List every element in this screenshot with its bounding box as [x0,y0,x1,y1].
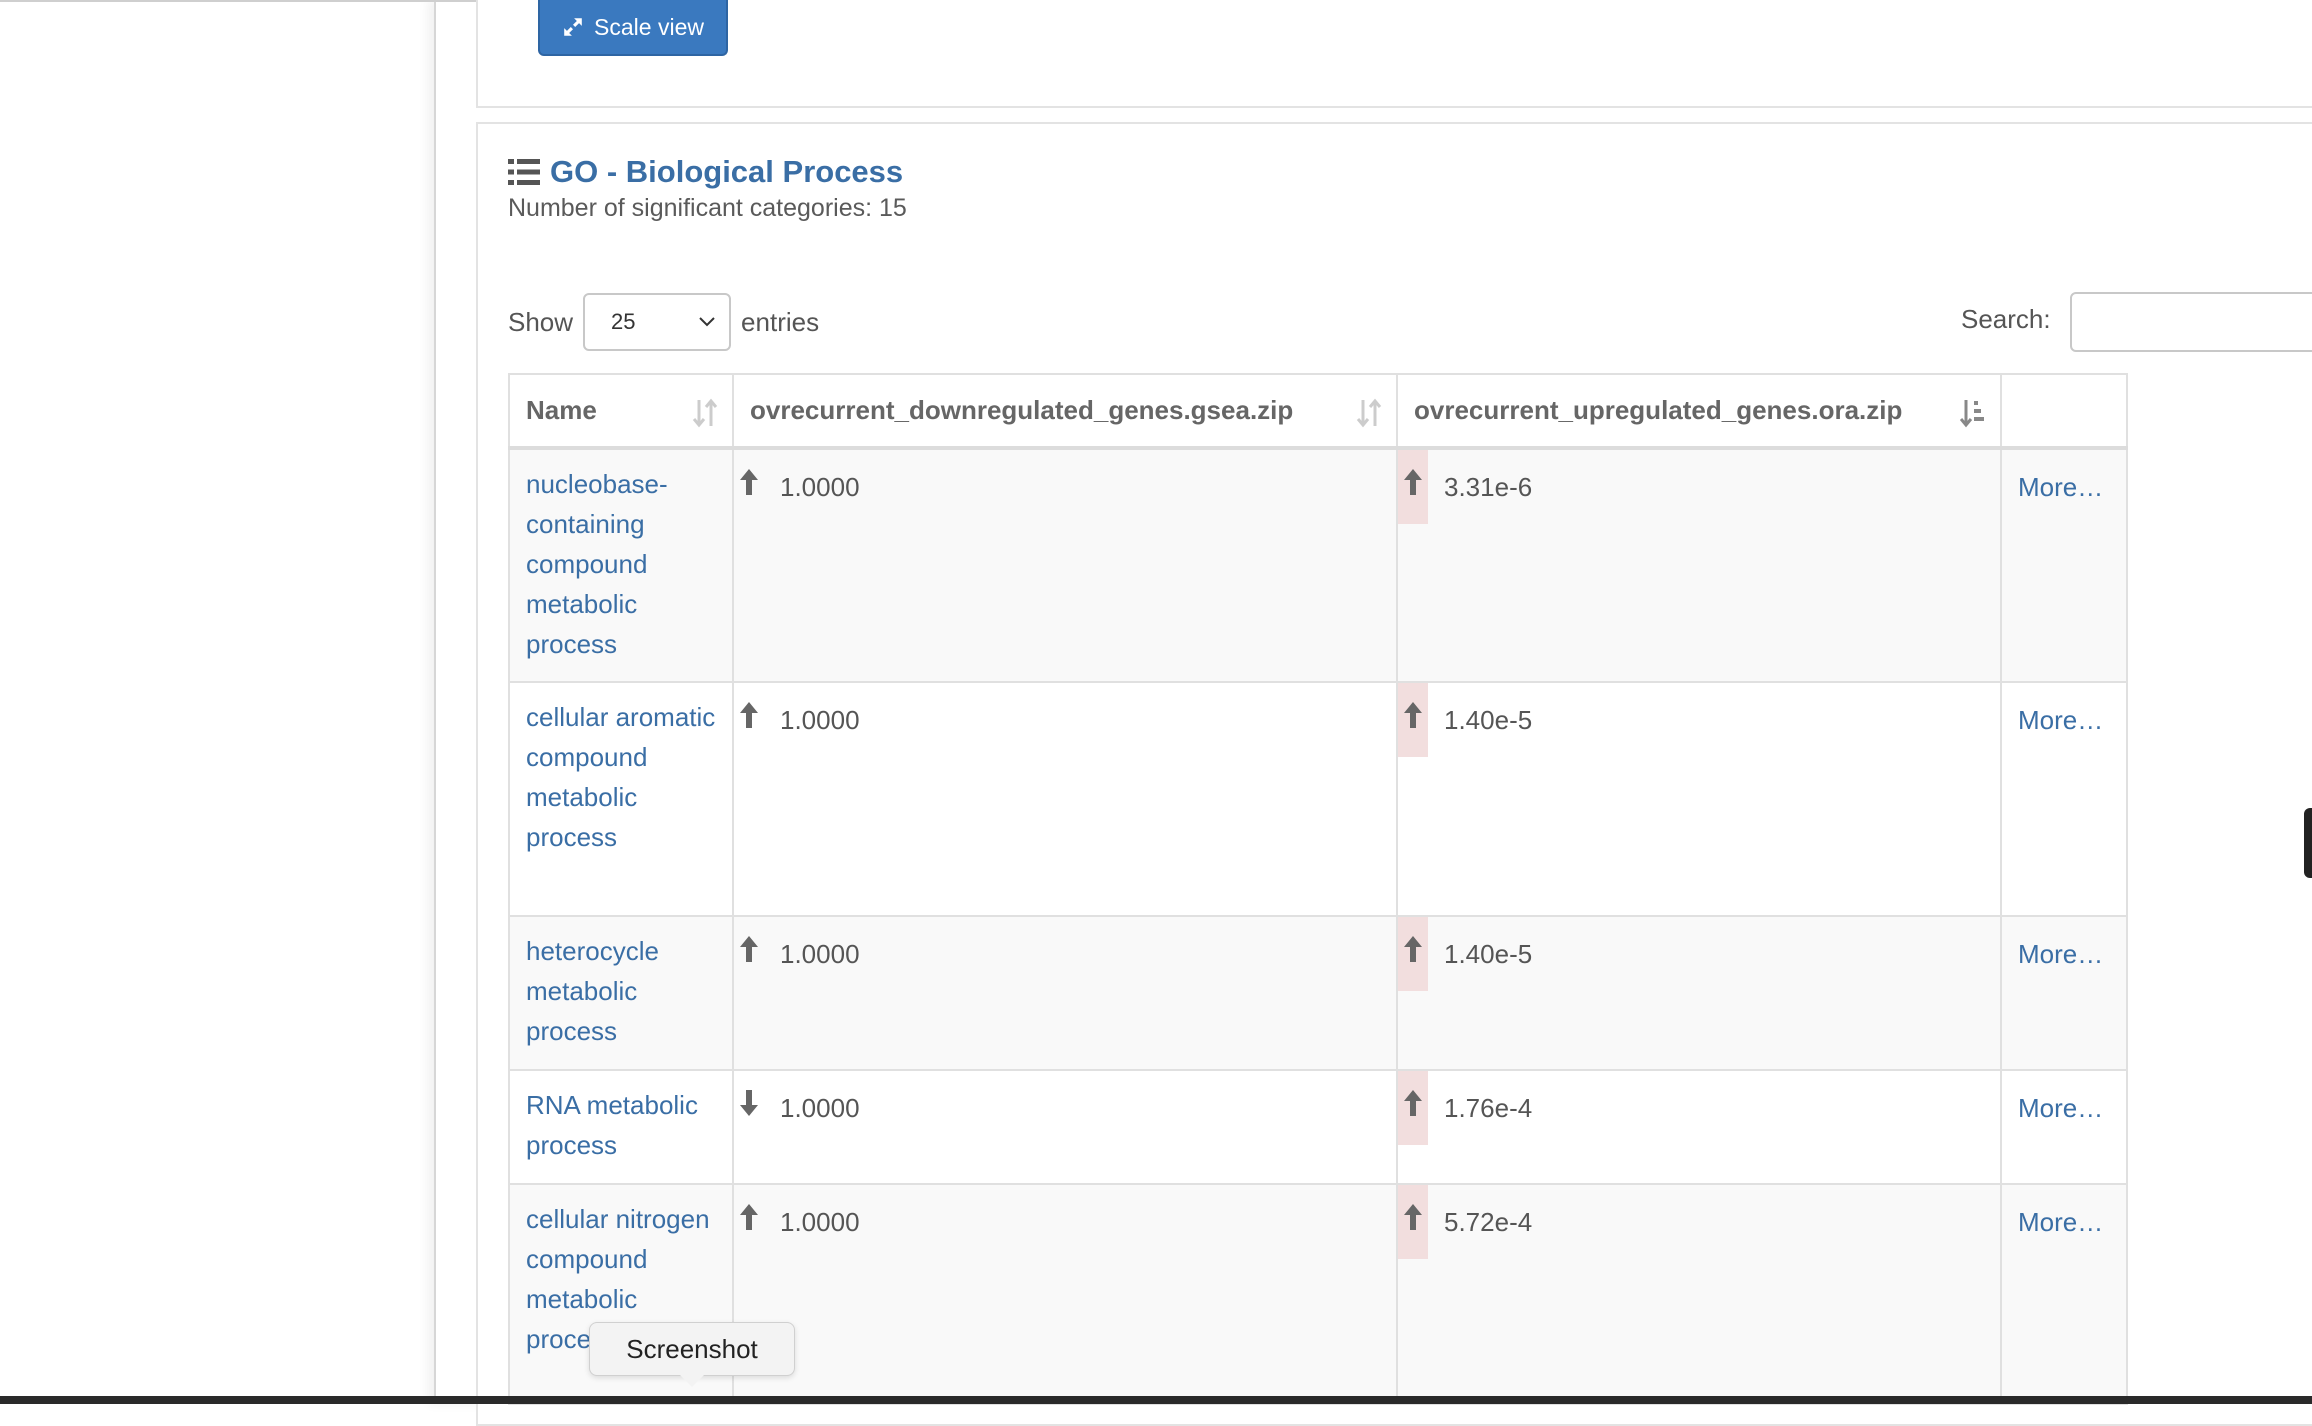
section-title[interactable]: GO - Biological Process [508,152,903,192]
arrow-up-icon [1404,469,1422,495]
upregulated-value: 1.76e-4 [1444,1093,1533,1123]
entries-label: entries [741,306,820,337]
term-link[interactable]: nucleobase-containing compound metabolic… [526,469,668,659]
side-tab[interactable] [2304,808,2312,878]
row-name-cell: nucleobase-containing compound metabolic… [508,447,734,683]
direction-indicator [1398,917,1428,991]
scale-view-button[interactable]: Scale view [538,0,728,56]
direction-indicator [1398,683,1428,757]
scale-view-card [476,0,2312,108]
search-input[interactable] [2070,292,2312,352]
more-link[interactable]: More… [2018,939,2103,969]
column-header-label: ovrecurrent_downregulated_genes.gsea.zip [750,395,1294,425]
direction-indicator [734,917,764,991]
page-size-value: 25 [611,309,636,334]
column-header-label: Name [526,395,597,425]
table-header-row: Name ovrecurrent_downregulated_genes.gse… [508,373,2128,450]
downregulated-value: 1.0000 [780,1207,860,1237]
upregulated-cell: 5.72e-4 [1396,1183,2002,1405]
sort-both-icon [692,398,718,428]
table-row: cellular aromatic compound metabolic pro… [508,681,2128,917]
downregulated-cell: 1.0000 [732,447,1398,683]
arrow-up-icon [1404,702,1422,728]
page-size-control: Show 25 entries [508,292,819,352]
downregulated-cell: 1.0000 [732,681,1398,917]
screenshot-tooltip: Screenshot [589,1322,795,1376]
downregulated-value: 1.0000 [780,939,860,969]
show-label: Show [508,306,574,337]
chevron-down-icon [699,317,715,327]
column-header-actions [2000,373,2128,450]
more-link[interactable]: More… [2018,472,2103,502]
more-cell: More… [2000,1069,2128,1185]
arrow-up-icon [1404,1204,1422,1230]
more-cell: More… [2000,447,2128,683]
direction-indicator [734,1185,764,1259]
downregulated-value: 1.0000 [780,1093,860,1123]
upregulated-value: 5.72e-4 [1444,1207,1533,1237]
row-name-cell: RNA metabolic process [508,1069,734,1185]
downregulated-cell: 1.0000 [732,1183,1398,1405]
upregulated-value: 1.40e-5 [1444,939,1533,969]
significant-count: Number of significant categories: 15 [508,194,907,222]
scale-view-label: Scale view [594,13,704,40]
more-cell: More… [2000,681,2128,917]
downregulated-cell: 1.0000 [732,1069,1398,1185]
more-link[interactable]: More… [2018,705,2103,735]
sort-ascending-icon [1960,400,1984,428]
term-link[interactable]: RNA metabolic process [526,1090,698,1160]
downregulated-cell: 1.0000 [732,915,1398,1071]
left-gutter [0,0,434,1404]
search-label: Search: [1961,304,2051,334]
more-cell: More… [2000,1183,2128,1405]
more-cell: More… [2000,915,2128,1071]
upregulated-cell: 1.40e-5 [1396,681,2002,917]
column-header-downregulated[interactable]: ovrecurrent_downregulated_genes.gsea.zip [732,373,1398,450]
downregulated-value: 1.0000 [780,472,860,502]
bottom-edge [0,1396,2312,1404]
downregulated-value: 1.0000 [780,705,860,735]
tooltip-label: Screenshot [626,1333,758,1364]
column-header-name[interactable]: Name [508,373,734,450]
results-table: Name ovrecurrent_downregulated_genes.gse… [508,373,2128,1405]
upregulated-value: 1.40e-5 [1444,705,1533,735]
arrow-up-icon [740,1204,758,1230]
row-name-cell: cellular aromatic compound metabolic pro… [508,681,734,917]
term-link[interactable]: cellular aromatic compound metabolic pro… [526,702,715,852]
arrow-up-icon [740,469,758,495]
direction-indicator [734,450,764,524]
arrow-down-icon [740,1090,758,1116]
arrow-up-icon [1404,1090,1422,1116]
sort-both-icon [1356,398,1382,428]
upregulated-cell: 1.40e-5 [1396,915,2002,1071]
section-title-text: GO - Biological Process [550,154,904,189]
row-name-cell: heterocycle metabolic process [508,915,734,1071]
list-icon [508,159,540,185]
direction-indicator [734,1071,764,1145]
arrow-up-icon [1404,936,1422,962]
column-header-upregulated[interactable]: ovrecurrent_upregulated_genes.ora.zip [1396,373,2002,450]
direction-indicator [1398,450,1428,524]
direction-indicator [1398,1071,1428,1145]
more-link[interactable]: More… [2018,1207,2103,1237]
upregulated-cell: 1.76e-4 [1396,1069,2002,1185]
arrow-up-icon [740,702,758,728]
column-header-label: ovrecurrent_upregulated_genes.ora.zip [1414,395,1903,425]
upregulated-value: 3.31e-6 [1444,472,1533,502]
arrow-up-icon [740,936,758,962]
table-row: RNA metabolic process 1.0000 1.76e-4 More… [508,1069,2128,1185]
direction-indicator [734,683,764,757]
upregulated-cell: 3.31e-6 [1396,447,2002,683]
page-size-select[interactable]: 25 [583,293,732,351]
table-row: heterocycle metabolic process 1.0000 1.40e… [508,915,2128,1071]
tooltip-tail [678,1373,706,1387]
table-row: nucleobase-containing compound metabolic… [508,447,2128,683]
more-link[interactable]: More… [2018,1093,2103,1123]
direction-indicator [1398,1185,1428,1259]
expand-icon [564,18,582,36]
term-link[interactable]: heterocycle metabolic process [526,936,659,1046]
